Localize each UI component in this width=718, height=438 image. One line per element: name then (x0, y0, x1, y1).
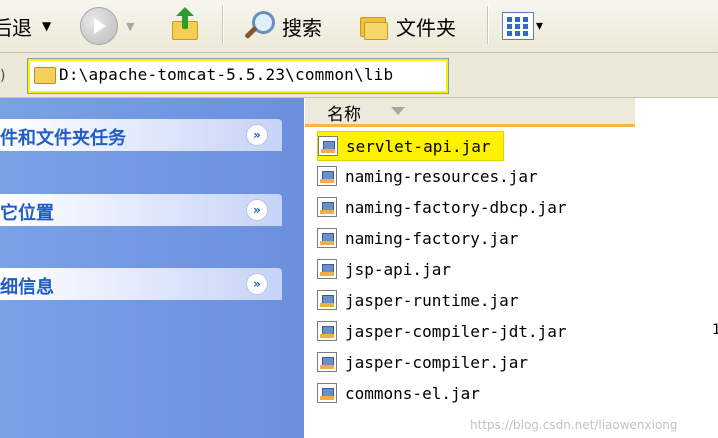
column-name-label: 名称 (327, 105, 361, 125)
file-item-naming-factory[interactable]: naming-factory.jar (317, 224, 518, 252)
folder-up-icon (170, 7, 200, 41)
file-name: jsp-api.jar (345, 259, 451, 279)
file-item-commons-el[interactable]: commons-el.jar (317, 379, 480, 407)
jar-file-icon (317, 290, 337, 310)
search-icon (240, 9, 275, 43)
file-name: servlet-api.jar (346, 136, 491, 156)
folders-icon (356, 11, 388, 41)
views-grid-icon (502, 12, 534, 40)
column-header-name[interactable]: 名称 (305, 98, 635, 127)
folder-icon (34, 67, 56, 84)
file-name: naming-factory.jar (345, 228, 519, 248)
jar-file-icon (317, 352, 337, 372)
address-path: D:\apache-tomcat-5.5.23\common\lib (59, 65, 394, 84)
chevron-expand-icon[interactable]: » (246, 199, 268, 221)
task-pane: 件和文件夹任务 » 它位置 » 细信息 » (0, 98, 304, 438)
back-button[interactable]: 后退 ▼ (0, 0, 51, 52)
watermark: https://blog.csdn.net/liaowenxiong (470, 418, 678, 432)
jar-file-icon (317, 259, 337, 279)
jar-file-icon (317, 383, 337, 403)
back-label: 后退 (0, 15, 32, 40)
forward-button[interactable]: ▼ (80, 0, 134, 52)
chevron-expand-icon[interactable]: » (246, 273, 268, 295)
task-section-other-places[interactable]: 它位置 » (0, 194, 282, 226)
file-item-naming-factory-dbcp[interactable]: naming-factory-dbcp.jar (317, 193, 567, 221)
up-folder-button[interactable] (170, 0, 200, 52)
chevron-expand-icon[interactable]: » (246, 124, 268, 146)
file-name: commons-el.jar (345, 383, 480, 403)
jar-file-icon (317, 321, 337, 341)
jar-file-icon (317, 166, 337, 186)
file-item-naming-resources[interactable]: naming-resources.jar (317, 162, 538, 190)
address-input[interactable]: D:\apache-tomcat-5.5.23\common\lib (27, 58, 449, 94)
task-section-title: 细信息 (0, 277, 54, 298)
jar-file-icon (317, 228, 337, 248)
views-button[interactable]: ▾ (502, 0, 543, 52)
file-name: naming-resources.jar (345, 166, 538, 186)
folders-button[interactable]: 文件夹 (356, 0, 456, 52)
task-section-title: 它位置 (0, 203, 54, 224)
folders-label: 文件夹 (396, 15, 456, 40)
file-name: jasper-compiler.jar (345, 352, 529, 372)
file-item-jasper-compiler-jdt[interactable]: jasper-compiler-jdt.jar (317, 317, 567, 345)
file-item-jasper-runtime[interactable]: jasper-runtime.jar (317, 286, 518, 314)
jar-file-icon (317, 197, 337, 217)
task-section-file-folder-tasks[interactable]: 件和文件夹任务 » (0, 119, 282, 151)
address-label-fragment: ) (0, 68, 6, 84)
sort-arrow-icon (391, 107, 405, 115)
forward-arrow-icon (80, 7, 118, 45)
forward-dropdown-icon[interactable]: ▼ (126, 20, 134, 33)
file-name: jasper-runtime.jar (345, 290, 519, 310)
jar-file-icon (318, 136, 338, 156)
search-button[interactable]: 搜索 (240, 0, 322, 52)
file-item-jasper-compiler[interactable]: jasper-compiler.jar (317, 348, 528, 376)
task-section-details[interactable]: 细信息 » (0, 268, 282, 300)
clipped-text-fragment: 1 (712, 322, 718, 338)
toolbar: 后退 ▼ ▼ 搜索 文件夹 ▾ (0, 0, 718, 53)
toolbar-separator (222, 6, 224, 44)
file-item-jsp-api[interactable]: jsp-api.jar (317, 255, 451, 283)
task-section-title: 件和文件夹任务 (0, 128, 126, 149)
back-dropdown-icon[interactable]: ▼ (42, 19, 51, 33)
file-name: jasper-compiler-jdt.jar (345, 321, 567, 341)
search-label: 搜索 (282, 15, 322, 40)
views-dropdown-icon[interactable]: ▾ (536, 18, 543, 34)
file-name: naming-factory-dbcp.jar (345, 197, 567, 217)
toolbar-separator (487, 6, 489, 44)
file-item-servlet-api[interactable]: servlet-api.jar (317, 131, 504, 161)
